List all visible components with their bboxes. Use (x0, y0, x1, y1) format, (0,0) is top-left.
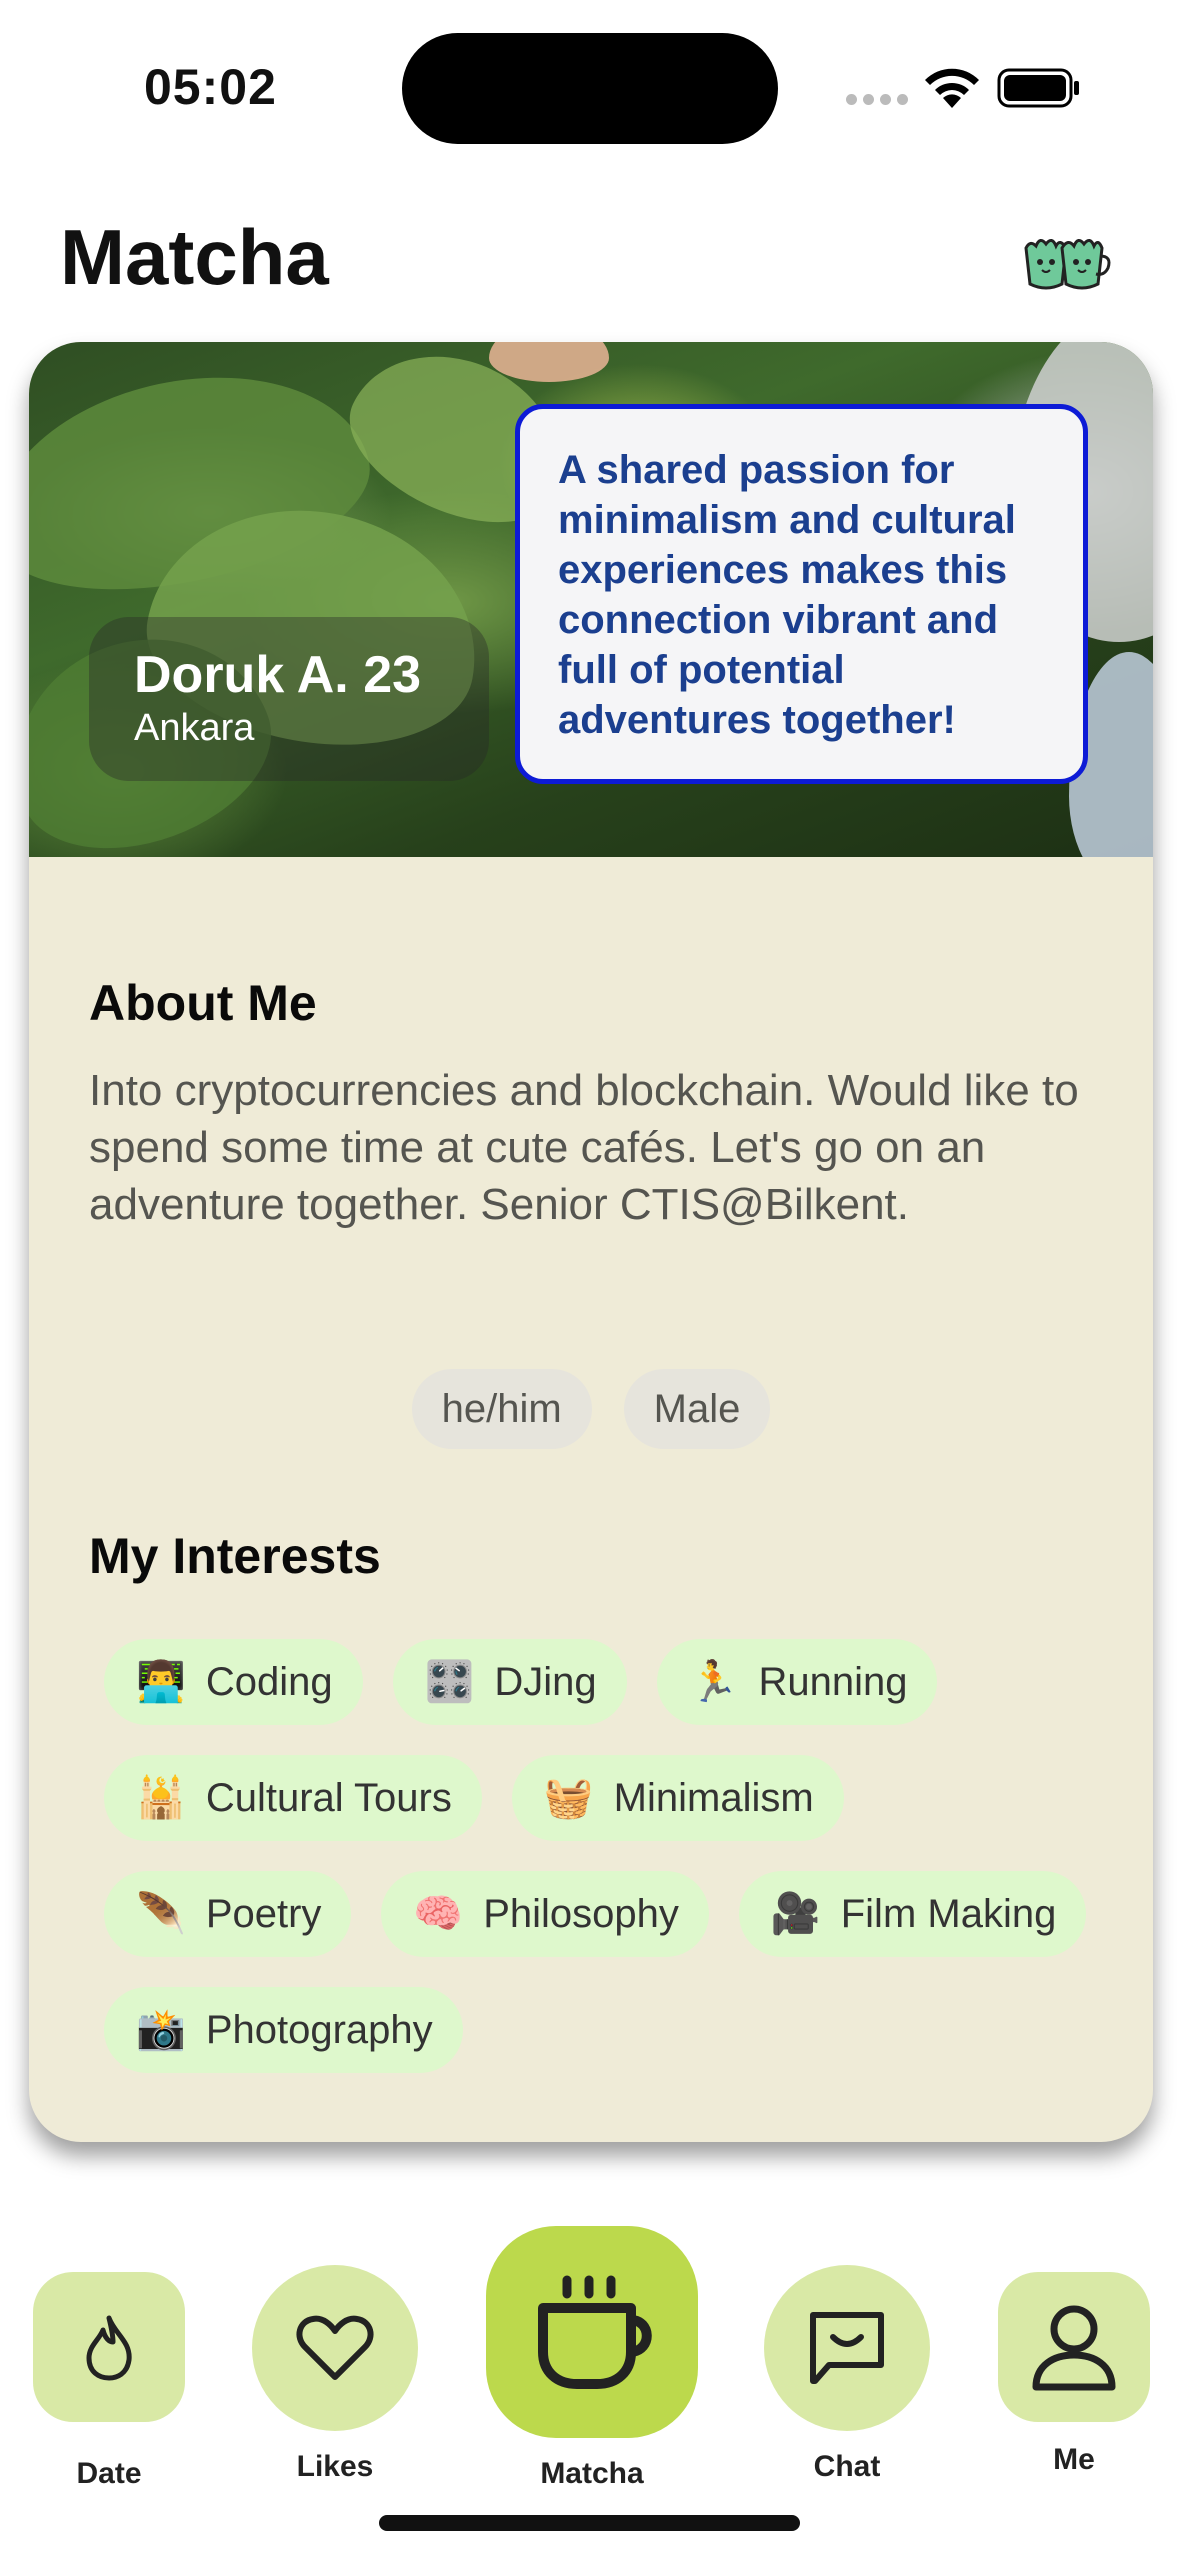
matcha-cups-logo-icon[interactable] (1022, 226, 1112, 292)
chat-icon (810, 2312, 884, 2384)
interest-label: Poetry (205, 1891, 322, 1936)
feather-icon: 🪶 (136, 1892, 186, 1936)
interest-label: Running (758, 1659, 908, 1704)
tab-matcha[interactable] (486, 2226, 698, 2438)
interest-chip[interactable]: 🏃 Running (656, 1639, 938, 1725)
interest-chip[interactable]: 🧠 Philosophy (381, 1871, 709, 1957)
profile-city: Ankara (134, 707, 255, 749)
profile-name-age: Doruk A. 23 (134, 646, 422, 704)
brain-icon: 🧠 (413, 1892, 464, 1936)
match-note-text: A shared passion for minimalism and cult… (558, 448, 1016, 742)
interest-label: Cultural Tours (205, 1775, 452, 1820)
interest-label: Film Making (840, 1891, 1057, 1936)
interest-label: Philosophy (483, 1891, 679, 1936)
app-title: Matcha (60, 213, 329, 301)
person-icon (1032, 2305, 1116, 2391)
flame-icon (86, 2315, 132, 2381)
battery-icon (997, 68, 1079, 108)
tab-matcha-label: Matcha (540, 2457, 644, 2490)
interest-label: DJing (494, 1659, 597, 1704)
basket-icon: 🧺 (543, 1776, 594, 1820)
interest-chip[interactable]: 📸 Photography (104, 1987, 463, 2073)
status-time: 05:02 (144, 59, 277, 115)
interest-chip[interactable]: 🎛️ DJing (392, 1639, 627, 1725)
runner-icon: 🏃 (688, 1660, 739, 1704)
tab-date-label: Date (76, 2457, 142, 2490)
cup-icon (538, 2275, 652, 2389)
mosque-icon: 🕌 (136, 1776, 186, 1820)
match-note-bubble: A shared passion for minimalism and cult… (515, 404, 1088, 784)
tab-me[interactable] (998, 2272, 1150, 2422)
interest-label: Photography (205, 2007, 433, 2052)
interest-chip[interactable]: 🎥 Film Making (738, 1871, 1087, 1957)
gender-tag: Male (623, 1369, 771, 1449)
interest-label: Minimalism (613, 1775, 814, 1820)
pronouns-tag: he/him (411, 1369, 592, 1449)
movie-camera-icon: 🎥 (770, 1892, 821, 1936)
interest-chip[interactable]: 🕌 Cultural Tours (104, 1755, 482, 1841)
interest-label: Coding (205, 1659, 333, 1704)
about-me-heading: About Me (89, 975, 317, 1031)
interest-chip[interactable]: 🧺 Minimalism (511, 1755, 844, 1841)
interests-heading: My Interests (89, 1528, 381, 1584)
interest-chip[interactable]: 🪶 Poetry (104, 1871, 352, 1957)
tab-date[interactable] (33, 2272, 185, 2422)
control-knobs-icon: 🎛️ (424, 1660, 475, 1704)
tab-me-label: Me (1053, 2443, 1095, 2476)
tab-chat-label: Chat (813, 2450, 881, 2483)
camera-flash-icon: 📸 (136, 2008, 186, 2052)
cellular-signal-icon (846, 94, 908, 105)
tab-likes-label: Likes (296, 2450, 374, 2483)
laptop-coder-icon: 👨‍💻 (136, 1660, 186, 1704)
identity-tags: he/him Male (29, 1369, 1153, 1449)
heart-icon (296, 2315, 374, 2380)
interest-chip[interactable]: 👨‍💻 Coding (104, 1639, 363, 1725)
dynamic-island (402, 33, 778, 144)
interests-list: 👨‍💻 Coding 🎛️ DJing 🏃 Running 🕌 Cultural Tou… (104, 1639, 1114, 2073)
tab-chat[interactable] (764, 2265, 930, 2431)
wifi-icon (925, 68, 979, 108)
about-me-text: Into cryptocurrencies and blockchain. Wo… (89, 1066, 1079, 1229)
profile-photo[interactable]: Doruk A. 23 Ankara A shared passion for … (29, 342, 1153, 857)
tab-likes[interactable] (252, 2265, 418, 2431)
profile-card[interactable]: Doruk A. 23 Ankara A shared passion for … (29, 342, 1153, 2142)
home-indicator[interactable] (379, 2515, 800, 2531)
